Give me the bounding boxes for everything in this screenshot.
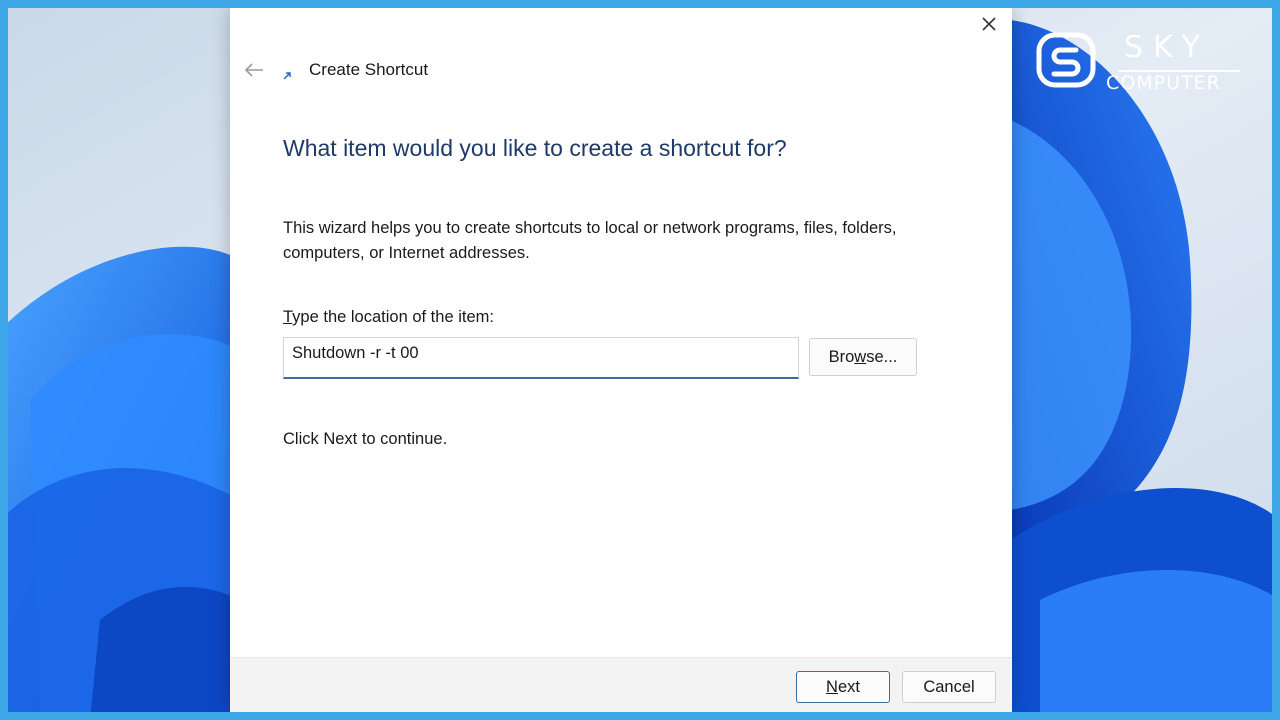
back-button[interactable] xyxy=(238,56,270,84)
brand-name-top: SKY xyxy=(1124,30,1210,65)
dialog-title: Create Shortcut xyxy=(309,60,429,79)
close-button[interactable] xyxy=(966,8,1012,40)
close-icon xyxy=(982,17,996,31)
location-input[interactable]: Shutdown -r -t 00 xyxy=(283,337,799,379)
next-button[interactable]: Next xyxy=(796,671,890,703)
dialog-footer: Next Cancel xyxy=(230,657,1012,712)
arrow-left-icon xyxy=(244,63,263,77)
location-input-value: Shutdown -r -t 00 xyxy=(292,344,419,362)
browse-button[interactable]: Bro w se... xyxy=(809,338,917,376)
next-label-text: ext xyxy=(837,677,860,696)
page-heading: What item would you like to create a sho… xyxy=(283,135,787,161)
location-label: Type the location of the item: xyxy=(283,308,494,327)
wizard-description: This wizard helps you to create shortcut… xyxy=(283,219,897,262)
create-shortcut-dialog: Create Shortcut What item would you like… xyxy=(230,8,1012,712)
next-label-accesskey: N xyxy=(826,677,838,696)
cancel-button[interactable]: Cancel xyxy=(902,671,996,703)
brand-name-bottom: COMPUTER xyxy=(1106,72,1221,94)
shortcut-arrow-icon xyxy=(281,69,293,81)
sky-logo-icon xyxy=(1036,32,1096,88)
browse-label-accesskey: w xyxy=(854,347,867,366)
browse-label-end: se... xyxy=(866,347,898,366)
brand-watermark: SKY COMPUTER xyxy=(1036,30,1246,100)
location-label-accesskey: T xyxy=(283,308,293,326)
location-label-text: ype the location of the item: xyxy=(292,308,494,326)
browse-label-start: Bro xyxy=(828,347,855,366)
continue-hint: Click Next to continue. xyxy=(283,430,448,448)
